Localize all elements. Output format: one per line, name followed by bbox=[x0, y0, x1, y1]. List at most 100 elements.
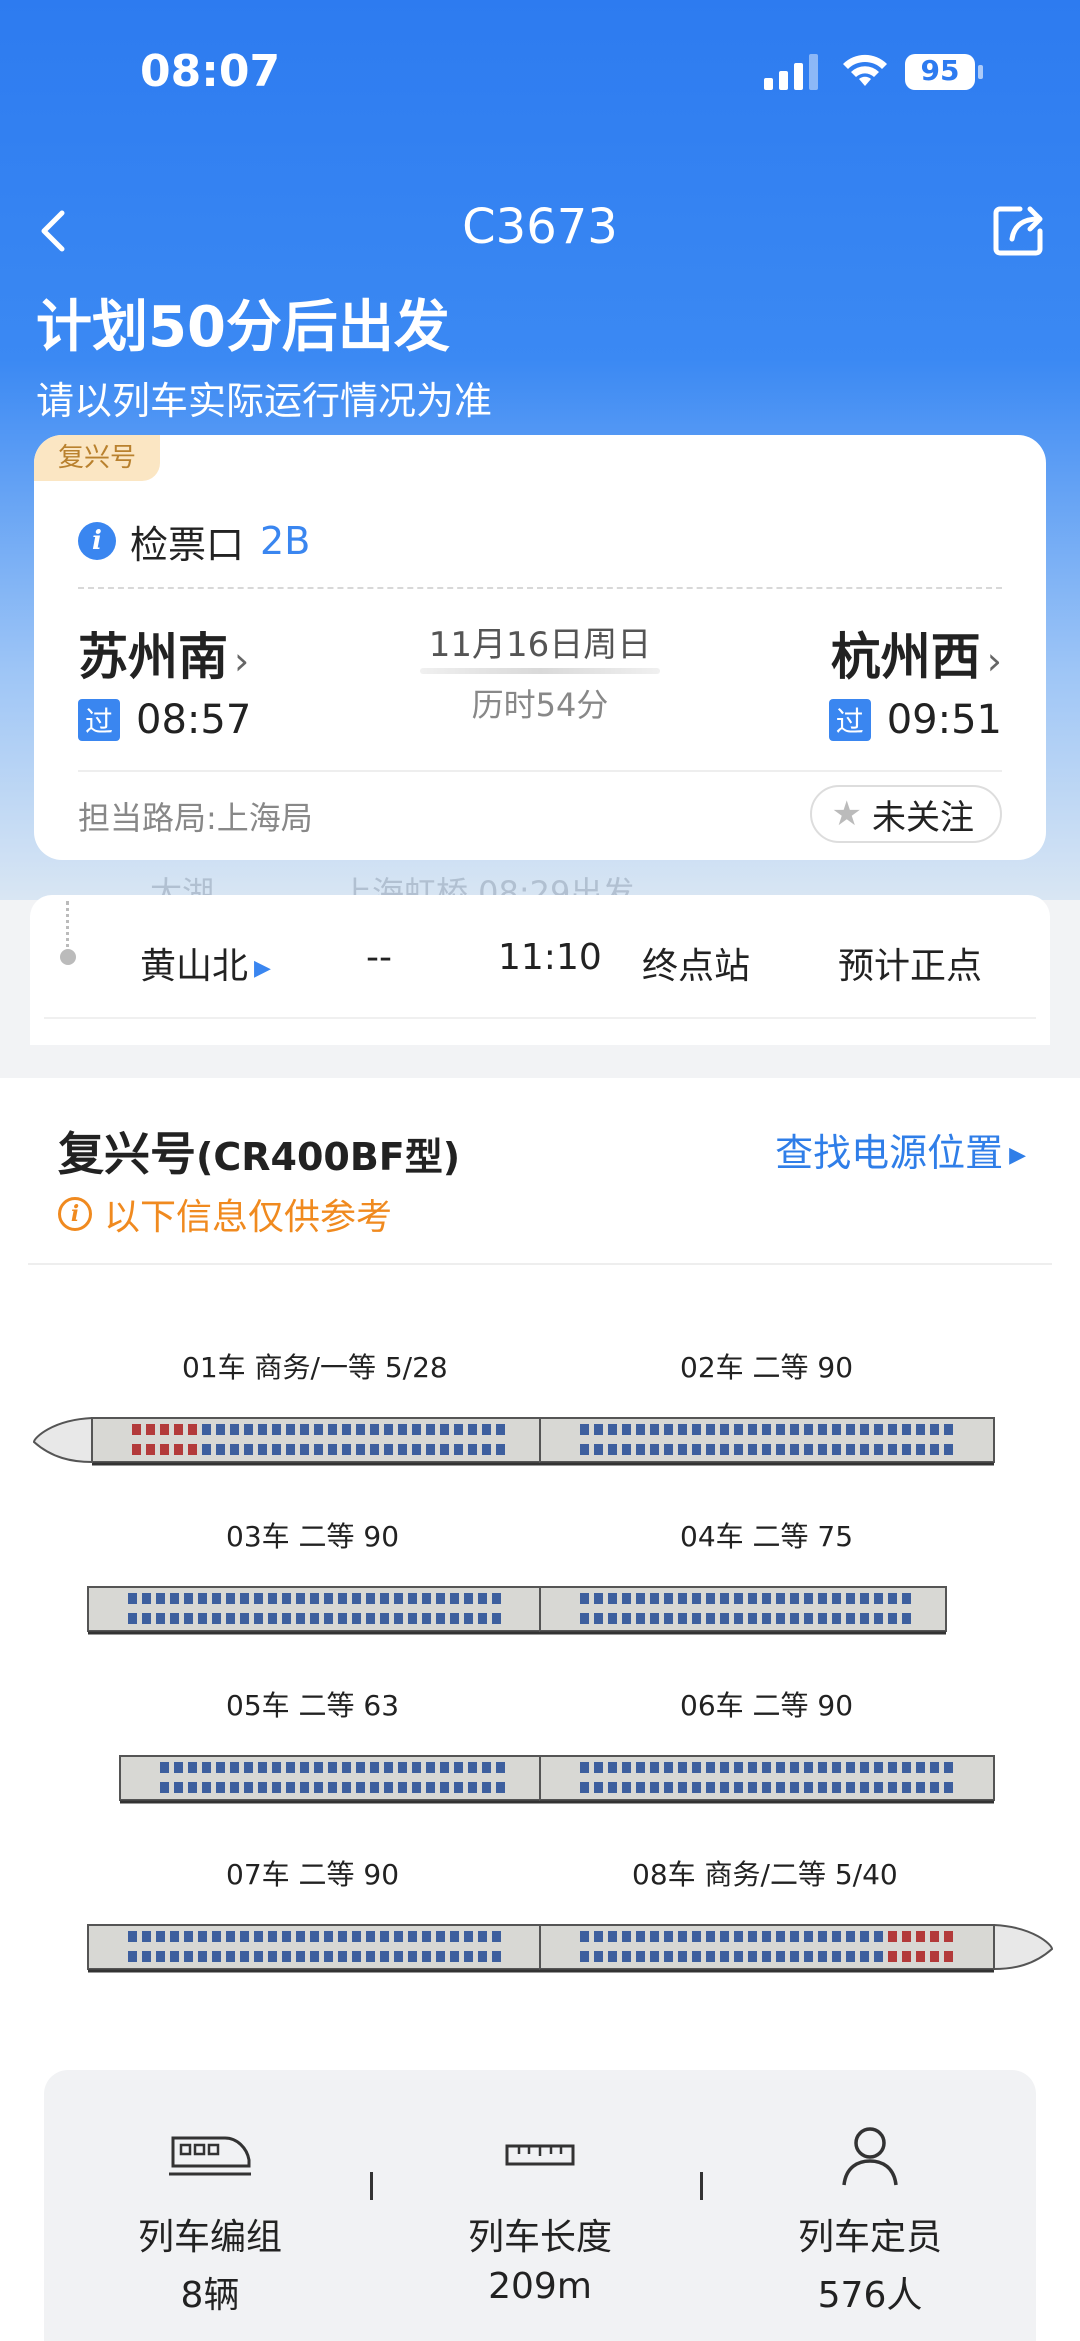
seat-5 bbox=[342, 1782, 351, 1793]
pass-badge: 过 bbox=[78, 699, 120, 741]
stat-separator bbox=[700, 2172, 703, 2200]
seat-5 bbox=[426, 1762, 435, 1773]
seat-6 bbox=[720, 1762, 729, 1773]
seat-3 bbox=[156, 1613, 165, 1624]
seat-6 bbox=[734, 1762, 743, 1773]
route-dot bbox=[60, 949, 76, 965]
seat-7 bbox=[492, 1951, 501, 1962]
seat-7 bbox=[394, 1931, 403, 1942]
seat-6 bbox=[678, 1782, 687, 1793]
seat-4 bbox=[790, 1613, 799, 1624]
seat-5 bbox=[244, 1782, 253, 1793]
seat-3 bbox=[338, 1593, 347, 1604]
seat-8 bbox=[664, 1951, 673, 1962]
seat-5 bbox=[468, 1782, 477, 1793]
seat-8 bbox=[804, 1931, 813, 1942]
seat-6 bbox=[692, 1782, 701, 1793]
seat-2 bbox=[902, 1444, 911, 1455]
seat-1 bbox=[202, 1444, 211, 1455]
seat-5 bbox=[244, 1762, 253, 1773]
seat-6 bbox=[762, 1782, 771, 1793]
seat-6 bbox=[776, 1782, 785, 1793]
share-icon[interactable] bbox=[990, 201, 1046, 259]
pass-badge: 过 bbox=[828, 699, 871, 741]
seat-4 bbox=[650, 1613, 659, 1624]
seat-3 bbox=[296, 1613, 305, 1624]
seat-8 bbox=[832, 1931, 841, 1942]
seat-8 bbox=[902, 1951, 911, 1962]
train-icon bbox=[169, 2136, 251, 2176]
seat-5 bbox=[412, 1782, 421, 1793]
seat-1 bbox=[216, 1424, 225, 1435]
seat-7 bbox=[366, 1931, 375, 1942]
seat-7 bbox=[156, 1931, 165, 1942]
ticket-gate: i 检票口 2B bbox=[78, 513, 310, 569]
seat-2 bbox=[580, 1444, 589, 1455]
seat-6 bbox=[846, 1762, 855, 1773]
chevron-right-icon: › bbox=[986, 639, 1002, 683]
gate-value: 2B bbox=[260, 519, 311, 563]
seat-8 bbox=[762, 1951, 771, 1962]
seat-3 bbox=[240, 1593, 249, 1604]
seat-5 bbox=[356, 1782, 365, 1793]
seat-8 bbox=[902, 1931, 911, 1942]
seat-1 bbox=[160, 1444, 169, 1455]
seat-5 bbox=[300, 1782, 309, 1793]
seat-8 bbox=[608, 1931, 617, 1942]
cellular-signal-icon bbox=[764, 54, 818, 90]
to-station[interactable]: 杭州西 › bbox=[831, 617, 1002, 689]
seat-3 bbox=[422, 1613, 431, 1624]
seat-6 bbox=[762, 1762, 771, 1773]
status-time: 08:07 bbox=[140, 46, 281, 97]
page: 08:07 95 C3673 计划50分后出发 请以列车实际运行情况为准 太湖 … bbox=[0, 0, 1080, 2341]
seat-7 bbox=[212, 1931, 221, 1942]
seat-2 bbox=[944, 1424, 953, 1435]
seat-7 bbox=[422, 1951, 431, 1962]
depart-time-row: 过 08:57 bbox=[78, 697, 251, 743]
seat-1 bbox=[230, 1444, 239, 1455]
seat-5 bbox=[440, 1762, 449, 1773]
seat-7 bbox=[436, 1951, 445, 1962]
stop-divider bbox=[44, 1017, 1036, 1019]
seat-6 bbox=[594, 1782, 603, 1793]
seat-4 bbox=[846, 1613, 855, 1624]
seat-2 bbox=[748, 1424, 757, 1435]
seat-5 bbox=[468, 1762, 477, 1773]
seat-7 bbox=[240, 1931, 249, 1942]
seat-5 bbox=[496, 1782, 505, 1793]
stop-status: 预计正点 bbox=[838, 946, 983, 987]
seat-7 bbox=[268, 1951, 277, 1962]
seat-3 bbox=[170, 1613, 179, 1624]
seat-1 bbox=[314, 1424, 323, 1435]
seat-5 bbox=[160, 1782, 169, 1793]
seat-4 bbox=[580, 1613, 589, 1624]
seat-3 bbox=[240, 1613, 249, 1624]
seat-7 bbox=[324, 1931, 333, 1942]
seat-1 bbox=[132, 1444, 141, 1455]
seat-3 bbox=[268, 1593, 277, 1604]
seat-7 bbox=[352, 1951, 361, 1962]
seat-8 bbox=[608, 1951, 617, 1962]
seat-4 bbox=[636, 1593, 645, 1604]
seat-8 bbox=[818, 1951, 827, 1962]
stop-station[interactable]: 黄山北 ▶ bbox=[140, 937, 271, 989]
seat-8 bbox=[776, 1951, 785, 1962]
seat-1 bbox=[440, 1424, 449, 1435]
seat-5 bbox=[272, 1782, 281, 1793]
follow-button[interactable]: ★ 未关注 bbox=[809, 785, 1002, 843]
seat-6 bbox=[664, 1782, 673, 1793]
star-icon: ★ bbox=[831, 794, 862, 834]
seat-7 bbox=[338, 1931, 347, 1942]
seat-8 bbox=[580, 1951, 589, 1962]
seat-2 bbox=[804, 1424, 813, 1435]
seat-5 bbox=[384, 1762, 393, 1773]
seat-8 bbox=[594, 1951, 603, 1962]
seat-1 bbox=[454, 1424, 463, 1435]
seat-1 bbox=[328, 1444, 337, 1455]
seat-6 bbox=[804, 1782, 813, 1793]
seat-6 bbox=[944, 1762, 953, 1773]
seat-8 bbox=[944, 1951, 953, 1962]
seat-2 bbox=[818, 1444, 827, 1455]
seat-5 bbox=[412, 1762, 421, 1773]
seat-4 bbox=[874, 1613, 883, 1624]
